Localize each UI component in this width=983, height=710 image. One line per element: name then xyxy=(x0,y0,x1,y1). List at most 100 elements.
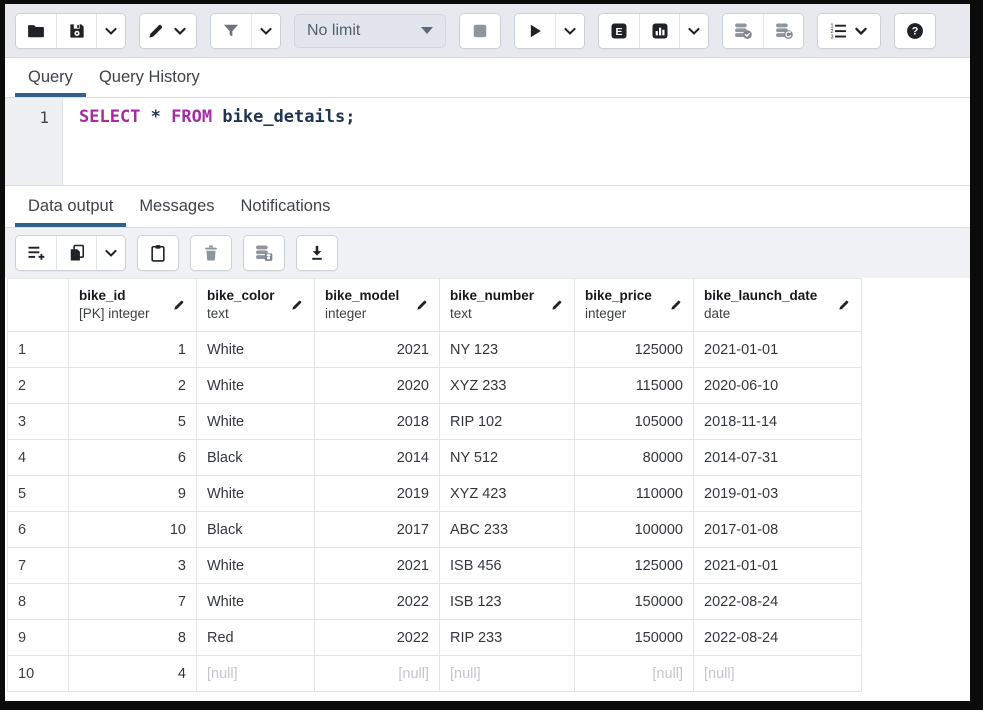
rollback-button[interactable] xyxy=(763,14,803,48)
copy-button[interactable] xyxy=(56,236,96,270)
grid-cell-bike_color[interactable]: White xyxy=(197,548,315,583)
grid-cell-bike_color[interactable]: White xyxy=(197,332,315,367)
grid-cell-bike_model[interactable]: 2019 xyxy=(315,476,440,511)
grid-cell-bike_number[interactable]: ABC 233 xyxy=(440,512,575,547)
grid-cell-bike_number[interactable]: ISB 456 xyxy=(440,548,575,583)
delete-row-button[interactable] xyxy=(191,236,231,270)
row-number-cell[interactable]: 2 xyxy=(7,368,69,403)
grid-cell-bike_id[interactable]: 9 xyxy=(69,476,197,511)
grid-cell-bike_number[interactable]: XYZ 233 xyxy=(440,368,575,403)
row-number-cell[interactable]: 3 xyxy=(7,404,69,439)
paste-button[interactable] xyxy=(138,236,178,270)
grid-cell-bike_model[interactable]: 2021 xyxy=(315,548,440,583)
grid-cell-bike_model[interactable]: 2014 xyxy=(315,440,440,475)
grid-cell-bike_price[interactable]: 115000 xyxy=(575,368,694,403)
download-results-button[interactable] xyxy=(297,236,337,270)
tab-messages[interactable]: Messages xyxy=(126,186,227,227)
grid-cell-bike_launch_date[interactable]: 2020-06-10 xyxy=(694,368,862,403)
grid-cell-bike_model[interactable]: 2018 xyxy=(315,404,440,439)
filter-options-button[interactable] xyxy=(251,14,280,48)
column-header-bike_model[interactable]: bike_modelinteger xyxy=(315,279,440,331)
grid-cell-bike_price[interactable]: 110000 xyxy=(575,476,694,511)
edit-column-icon[interactable] xyxy=(550,298,564,312)
grid-cell-bike_id[interactable]: 1 xyxy=(69,332,197,367)
grid-cell-bike_model[interactable]: 2022 xyxy=(315,584,440,619)
grid-cell-bike_price[interactable]: 125000 xyxy=(575,332,694,367)
macros-button[interactable]: 123 xyxy=(818,14,880,48)
row-number-cell[interactable]: 7 xyxy=(7,548,69,583)
grid-cell-bike_model[interactable]: [null] xyxy=(315,656,440,691)
grid-cell-bike_color[interactable]: Black xyxy=(197,512,315,547)
row-number-cell[interactable]: 10 xyxy=(7,656,69,691)
grid-cell-bike_price[interactable]: 80000 xyxy=(575,440,694,475)
grid-cell-bike_number[interactable]: RIP 233 xyxy=(440,620,575,655)
grid-cell-bike_id[interactable]: 2 xyxy=(69,368,197,403)
grid-cell-bike_launch_date[interactable]: 2014-07-31 xyxy=(694,440,862,475)
save-file-button[interactable] xyxy=(56,14,96,48)
execute-options-button[interactable] xyxy=(555,14,584,48)
column-header-bike_number[interactable]: bike_numbertext xyxy=(440,279,575,331)
grid-cell-bike_launch_date[interactable]: 2022-08-24 xyxy=(694,584,862,619)
open-file-button[interactable] xyxy=(16,14,56,48)
row-limit-select[interactable]: No limit xyxy=(294,14,446,48)
grid-cell-bike_launch_date[interactable]: 2021-01-01 xyxy=(694,548,862,583)
edit-column-icon[interactable] xyxy=(669,298,683,312)
help-button[interactable]: ? xyxy=(895,14,935,48)
grid-cell-bike_number[interactable]: ISB 123 xyxy=(440,584,575,619)
grid-cell-bike_price[interactable]: 150000 xyxy=(575,584,694,619)
grid-cell-bike_color[interactable]: White xyxy=(197,368,315,403)
grid-cell-bike_model[interactable]: 2017 xyxy=(315,512,440,547)
edit-column-icon[interactable] xyxy=(172,298,186,312)
grid-cell-bike_model[interactable]: 2020 xyxy=(315,368,440,403)
sql-editor[interactable]: 1 SELECT * FROM bike_details; xyxy=(5,98,970,186)
grid-cell-bike_launch_date[interactable]: 2019-01-03 xyxy=(694,476,862,511)
save-data-changes-button[interactable] xyxy=(244,236,284,270)
grid-cell-bike_launch_date[interactable]: 2022-08-24 xyxy=(694,620,862,655)
grid-cell-bike_number[interactable]: XYZ 423 xyxy=(440,476,575,511)
grid-cell-bike_number[interactable]: NY 512 xyxy=(440,440,575,475)
grid-cell-bike_id[interactable]: 6 xyxy=(69,440,197,475)
add-row-button[interactable] xyxy=(16,236,56,270)
column-header-bike_id[interactable]: bike_id[PK] integer xyxy=(69,279,197,331)
edit-column-icon[interactable] xyxy=(837,298,851,312)
tab-query[interactable]: Query xyxy=(15,58,86,97)
grid-cell-bike_id[interactable]: 7 xyxy=(69,584,197,619)
save-options-button[interactable] xyxy=(96,14,125,48)
filter-button[interactable] xyxy=(211,14,251,48)
sql-code-line[interactable]: SELECT * FROM bike_details; xyxy=(63,98,355,185)
column-header-bike_launch_date[interactable]: bike_launch_datedate xyxy=(694,279,862,331)
execute-button[interactable] xyxy=(515,14,555,48)
grid-cell-bike_launch_date[interactable]: 2017-01-08 xyxy=(694,512,862,547)
grid-cell-bike_launch_date[interactable]: [null] xyxy=(694,656,862,691)
grid-cell-bike_color[interactable]: Black xyxy=(197,440,315,475)
explain-button[interactable]: E xyxy=(599,14,639,48)
explain-analyze-button[interactable] xyxy=(639,14,679,48)
explain-options-button[interactable] xyxy=(679,14,708,48)
grid-corner-cell[interactable] xyxy=(7,279,69,331)
grid-cell-bike_price[interactable]: 100000 xyxy=(575,512,694,547)
grid-cell-bike_price[interactable]: [null] xyxy=(575,656,694,691)
edit-column-icon[interactable] xyxy=(290,298,304,312)
grid-cell-bike_color[interactable]: Red xyxy=(197,620,315,655)
commit-button[interactable] xyxy=(723,14,763,48)
tab-data-output[interactable]: Data output xyxy=(15,186,126,227)
grid-cell-bike_number[interactable]: RIP 102 xyxy=(440,404,575,439)
grid-cell-bike_id[interactable]: 4 xyxy=(69,656,197,691)
copy-options-button[interactable] xyxy=(96,236,125,270)
stop-button[interactable] xyxy=(460,14,500,48)
row-number-cell[interactable]: 5 xyxy=(7,476,69,511)
column-header-bike_price[interactable]: bike_priceinteger xyxy=(575,279,694,331)
grid-cell-bike_price[interactable]: 105000 xyxy=(575,404,694,439)
row-number-cell[interactable]: 9 xyxy=(7,620,69,655)
grid-cell-bike_color[interactable]: White xyxy=(197,476,315,511)
column-header-bike_color[interactable]: bike_colortext xyxy=(197,279,315,331)
grid-cell-bike_model[interactable]: 2022 xyxy=(315,620,440,655)
row-number-cell[interactable]: 6 xyxy=(7,512,69,547)
grid-cell-bike_color[interactable]: [null] xyxy=(197,656,315,691)
row-number-cell[interactable]: 1 xyxy=(7,332,69,367)
grid-cell-bike_launch_date[interactable]: 2021-01-01 xyxy=(694,332,862,367)
grid-cell-bike_id[interactable]: 5 xyxy=(69,404,197,439)
row-number-cell[interactable]: 4 xyxy=(7,440,69,475)
grid-cell-bike_color[interactable]: White xyxy=(197,584,315,619)
edit-button[interactable] xyxy=(140,14,196,48)
